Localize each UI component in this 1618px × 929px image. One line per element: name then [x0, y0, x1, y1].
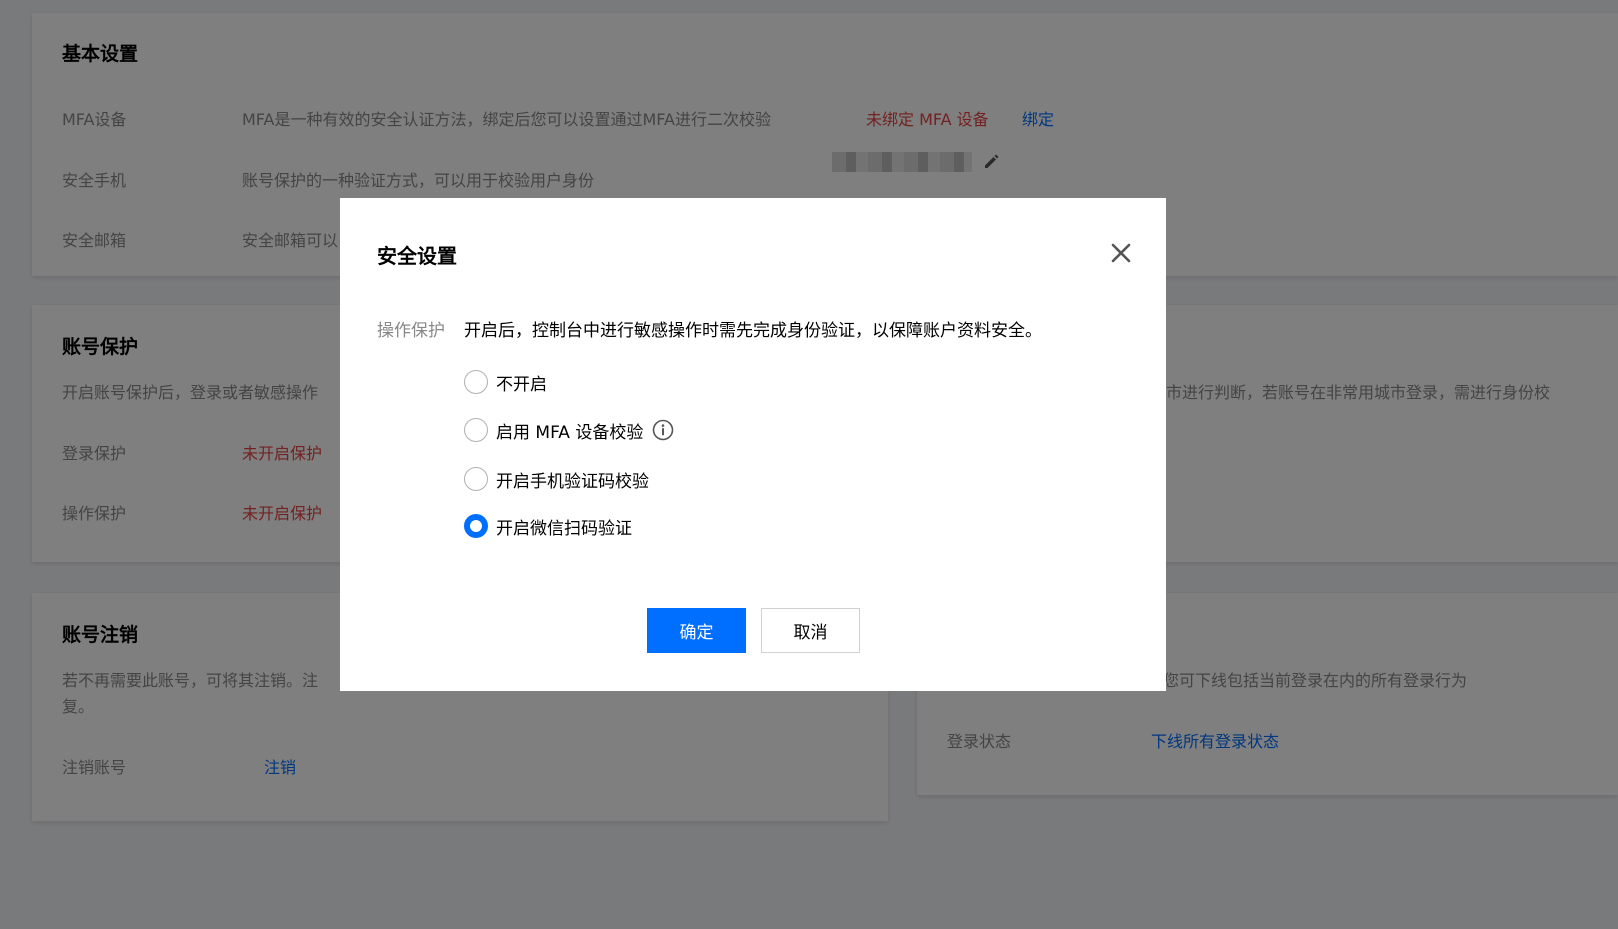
radio-option-sms[interactable]: 开启手机验证码校验: [464, 466, 649, 492]
operation-protection-field-desc: 开启后，控制台中进行敏感操作时需先完成身份验证，以保障账户资料安全。: [464, 321, 1042, 341]
dialog-title: 安全设置: [377, 244, 457, 268]
radio-button-checked[interactable]: [464, 514, 488, 538]
info-icon[interactable]: [652, 419, 674, 441]
radio-label: 不开启: [496, 374, 547, 395]
operation-protection-field-label: 操作保护: [377, 321, 445, 341]
radio-label: 开启微信扫码验证: [496, 518, 632, 539]
radio-button[interactable]: [464, 418, 488, 442]
radio-option-disable[interactable]: 不开启: [464, 369, 547, 395]
radio-button[interactable]: [464, 467, 488, 491]
cancel-button[interactable]: 取消: [761, 608, 860, 653]
security-settings-page: 基本设置 MFA设备 MFA是一种有效的安全认证方法，绑定后您可以设置通过MFA…: [0, 0, 1618, 929]
radio-label: 开启手机验证码校验: [496, 471, 649, 492]
radio-label: 启用 MFA 设备校验: [496, 422, 644, 443]
radio-option-wechat[interactable]: 开启微信扫码验证: [464, 513, 632, 539]
radio-option-mfa[interactable]: 启用 MFA 设备校验: [464, 417, 674, 443]
close-icon[interactable]: [1108, 240, 1134, 266]
radio-button[interactable]: [464, 370, 488, 394]
security-settings-dialog: 安全设置 操作保护 开启后，控制台中进行敏感操作时需先完成身份验证，以保障账户资…: [340, 198, 1166, 691]
confirm-button[interactable]: 确定: [647, 608, 746, 653]
